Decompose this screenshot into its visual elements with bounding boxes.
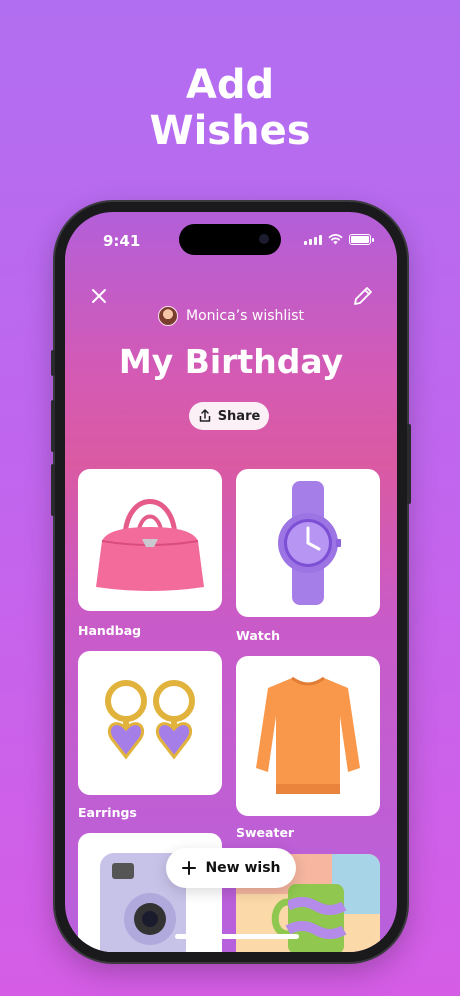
earrings-image	[78, 651, 222, 795]
signal-icon	[304, 234, 322, 245]
new-wish-button[interactable]: New wish	[166, 848, 296, 888]
share-label: Share	[217, 408, 261, 424]
wishlist-owner[interactable]: Monica’s wishlist	[65, 306, 397, 326]
phone-frame: 9:41 Monica’s wishlist My Birthday Share…	[51, 202, 411, 962]
card-label: Watch	[236, 628, 281, 643]
home-indicator[interactable]	[175, 934, 299, 939]
wish-card-watch[interactable]: Watch	[236, 469, 380, 645]
dynamic-island	[179, 224, 281, 255]
avatar	[158, 306, 179, 326]
share-button[interactable]: Share	[189, 402, 269, 430]
wishlist-title: My Birthday	[118, 342, 344, 381]
status-icons	[304, 234, 374, 245]
edit-pencil-icon[interactable]	[351, 284, 375, 308]
battery-icon	[349, 234, 374, 245]
card-label: Handbag	[78, 623, 142, 638]
plus-icon	[182, 861, 197, 875]
owner-label: Monica’s wishlist	[186, 308, 304, 324]
sweater-image	[236, 656, 380, 816]
promo-headline: Add Wishes	[149, 62, 311, 154]
share-icon	[199, 409, 210, 422]
wish-card-earrings[interactable]: Earrings	[78, 651, 222, 821]
volume-down-button	[51, 464, 55, 516]
handbag-image	[78, 469, 222, 611]
status-time: 9:41	[103, 232, 141, 250]
new-wish-label: New wish	[205, 860, 281, 876]
wifi-icon	[328, 234, 343, 245]
wish-card-handbag[interactable]: Handbag	[78, 469, 222, 639]
card-label: Sweater	[236, 825, 295, 840]
watch-image	[236, 469, 380, 617]
power-button	[407, 424, 411, 504]
card-label: Earrings	[78, 805, 137, 820]
app-screen: 9:41 Monica’s wishlist My Birthday Share…	[65, 212, 397, 952]
close-icon[interactable]	[87, 284, 111, 308]
silent-switch	[51, 350, 55, 376]
volume-up-button	[51, 400, 55, 452]
wish-card-sweater[interactable]: Sweater	[236, 656, 380, 840]
